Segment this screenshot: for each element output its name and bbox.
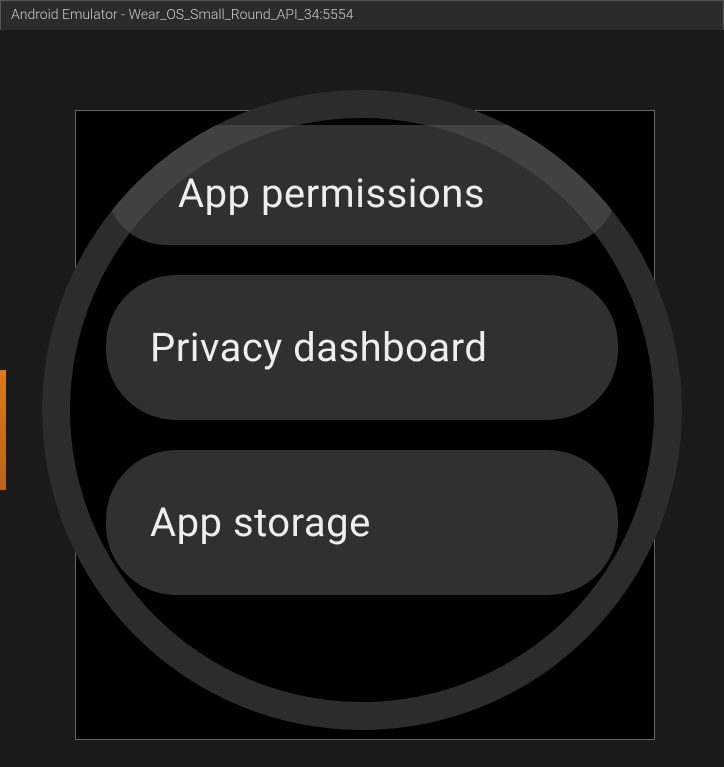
list-item-privacy-dashboard[interactable]: Privacy dashboard bbox=[106, 275, 618, 420]
watch-face[interactable]: App permissions Privacy dashboard App st… bbox=[42, 90, 682, 730]
list-item-label: Privacy dashboard bbox=[150, 324, 487, 371]
window-titlebar: Android Emulator - Wear_OS_Small_Round_A… bbox=[0, 0, 724, 30]
settings-list[interactable]: App permissions Privacy dashboard App st… bbox=[42, 90, 682, 730]
background-sliver bbox=[0, 370, 6, 490]
window-title: Android Emulator - Wear_OS_Small_Round_A… bbox=[11, 7, 353, 23]
list-item-app-permissions[interactable]: App permissions bbox=[106, 125, 618, 245]
emulator-container: App permissions Privacy dashboard App st… bbox=[0, 30, 724, 767]
list-item-label: App storage bbox=[150, 499, 371, 546]
list-item-app-storage[interactable]: App storage bbox=[106, 450, 618, 595]
list-item-label: App permissions bbox=[178, 170, 485, 217]
